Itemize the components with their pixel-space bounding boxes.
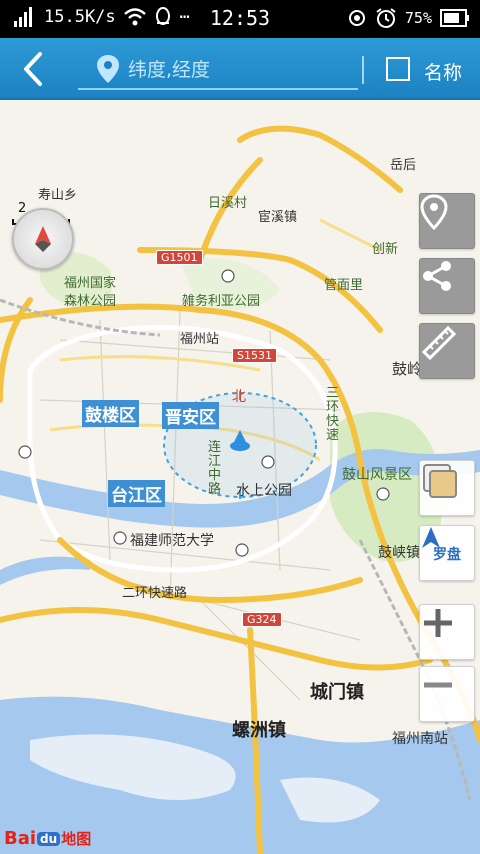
back-button[interactable] xyxy=(14,48,58,90)
road-shield-s1531: S1531 xyxy=(232,348,277,363)
navigation-arrow-icon xyxy=(422,527,440,548)
place-label: 水上公园 xyxy=(236,483,292,499)
coordinate-search-box[interactable] xyxy=(78,50,358,90)
place-label: 速 xyxy=(326,428,340,443)
district-label-jinan: 晋安区 xyxy=(162,402,219,429)
battery-icon xyxy=(440,9,469,27)
battery-percent: 75% xyxy=(404,9,432,27)
place-label: 福建师范大学 xyxy=(130,533,214,549)
place-label: 宦溪镇 xyxy=(258,210,298,225)
north-arrow-icon xyxy=(35,226,51,252)
place-label: 寿山乡 xyxy=(38,188,78,203)
name-checkbox[interactable] xyxy=(386,57,410,81)
place-label: 螺洲镇 xyxy=(232,720,286,741)
place-label: 福州站 xyxy=(180,332,220,347)
map-view[interactable]: G1501 S1531 G324 寿山乡 岳后 日溪村 宦溪镇 创新 管面里 鼓… xyxy=(0,100,480,854)
layers-button[interactable] xyxy=(419,460,475,516)
place-label: 城门镇 xyxy=(310,682,364,703)
place-label: 福州南站 xyxy=(392,731,448,747)
location-pin-icon xyxy=(97,55,119,83)
place-label: 鼓山风景区 xyxy=(342,467,412,483)
coordinate-input[interactable] xyxy=(128,56,348,84)
plus-icon xyxy=(424,609,452,637)
baidu-map-logo: Bai du 地图 xyxy=(4,828,92,849)
alarm-icon xyxy=(376,8,396,28)
place-label: 鼓峡镇 xyxy=(378,545,420,561)
share-button[interactable] xyxy=(419,258,475,314)
place-label: 北 xyxy=(232,389,246,405)
location-pin-icon xyxy=(420,194,448,230)
zoom-in-button[interactable] xyxy=(419,604,475,660)
road-shield-g1501: G1501 xyxy=(156,250,203,265)
minus-icon xyxy=(424,682,452,688)
map-app: 15.5K/s ⋯ 12:53 75% 纬度,经度 名称 G1501 S1531… xyxy=(0,0,480,854)
compass-mode-button[interactable]: 罗盘 xyxy=(419,525,475,581)
ruler-icon xyxy=(421,325,456,360)
ruler-button[interactable] xyxy=(419,323,475,379)
search-header: 名称 xyxy=(0,38,480,100)
place-label: 二环快速路 xyxy=(122,586,188,601)
place-label: 创新 xyxy=(372,242,399,257)
place-label: 管面里 xyxy=(324,278,364,293)
place-label: 鼓岭 xyxy=(392,360,423,378)
place-label: 雑务利亚公园 xyxy=(182,294,261,309)
status-bar: 15.5K/s ⋯ 12:53 75% xyxy=(0,0,480,38)
place-label: 岳后 xyxy=(390,158,417,173)
road-shield-g324: G324 xyxy=(242,612,282,627)
zoom-out-button[interactable] xyxy=(419,666,475,722)
gps-icon xyxy=(348,10,365,26)
district-label-gulou: 鼓楼区 xyxy=(82,400,139,427)
place-label: 森林公园 xyxy=(64,294,117,309)
location-button[interactable] xyxy=(419,193,475,249)
chevron-left-icon xyxy=(24,52,42,86)
place-label: 福州国家 xyxy=(64,276,117,291)
place-label: 日溪村 xyxy=(208,196,248,211)
layers-icon xyxy=(423,464,457,498)
district-label-taijiang: 台江区 xyxy=(108,480,165,507)
header-divider xyxy=(362,56,364,84)
share-icon xyxy=(423,261,451,291)
name-checkbox-label: 名称 xyxy=(424,62,463,84)
place-label: 路 xyxy=(208,482,222,497)
compass-widget[interactable] xyxy=(12,208,74,270)
